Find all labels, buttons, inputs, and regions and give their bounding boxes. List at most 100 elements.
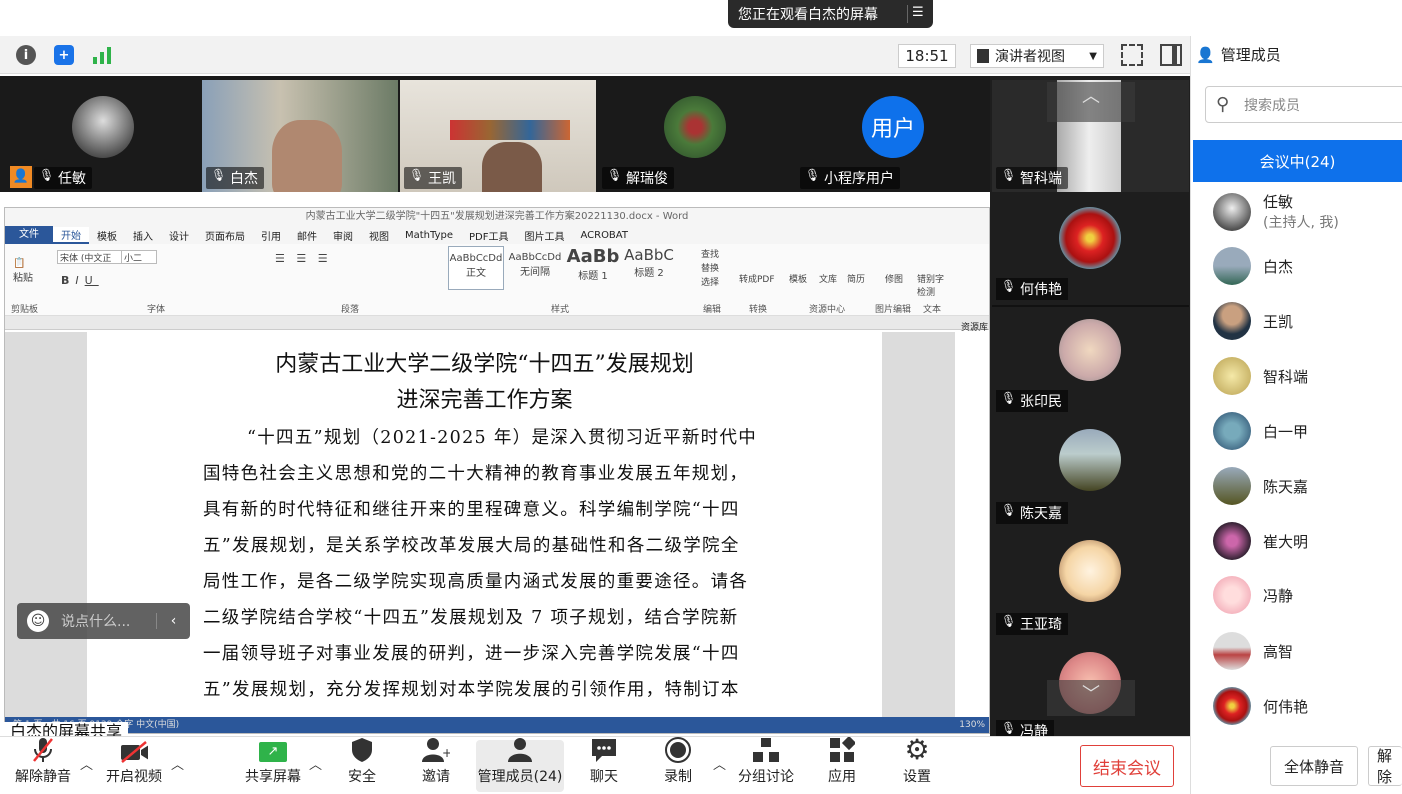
video-tile-renmin[interactable]: 👤 任敏 🎙 (4, 80, 200, 192)
member-row[interactable]: 何伟艳 (1213, 687, 1308, 725)
member-row[interactable]: 冯静 (1213, 576, 1293, 614)
chat-button[interactable]: 聊天 (564, 737, 644, 792)
word-menu-view[interactable]: 视图 (361, 228, 397, 243)
word-menu-layout[interactable]: 页面布局 (197, 228, 253, 243)
scroll-down-icon[interactable]: ﹀ (1047, 680, 1135, 716)
library-button[interactable]: 文库 (819, 272, 837, 285)
style-label: 标题 2 (634, 268, 664, 279)
word-title-bar: 内蒙古工业大学二级学院"十四五"发展规划进深完善工作方案20221130.doc… (5, 208, 989, 226)
word-menu-review[interactable]: 审阅 (325, 228, 361, 243)
share-screen-button[interactable]: ↗ 共享屏幕 (233, 740, 313, 792)
share-options-caret[interactable]: ︿ (309, 754, 322, 773)
video-tile-xieruijun[interactable]: 解瑞俊 🎙 (598, 80, 794, 192)
view-selector[interactable]: 演讲者视图 ▼ (970, 44, 1104, 68)
word-menu-picture[interactable]: 图片工具 (516, 228, 572, 243)
video-tile-chentianjia[interactable]: 陈天嘉 🎙 (992, 417, 1189, 527)
video-tile-wangkai[interactable]: 王凯 🎙 (400, 80, 596, 192)
video-tile-zhikeduan[interactable]: ︿ 智科端 🎙 (992, 80, 1189, 192)
select-button[interactable]: 选择 (701, 276, 719, 290)
font-format-buttons[interactable]: BIU (61, 274, 99, 287)
style-normal[interactable]: AaBbCcDd 正文 (448, 246, 504, 290)
member-name: 高智 (1263, 642, 1294, 661)
word-menu-home[interactable]: 开始 (53, 226, 89, 244)
retouch-button[interactable]: 修图 (885, 272, 903, 285)
banner-menu-icon[interactable]: ☰ (907, 5, 925, 23)
member-row[interactable]: 白一甲 (1213, 412, 1308, 450)
emoji-icon[interactable]: ☺ (27, 610, 49, 632)
to-pdf-button[interactable]: 转成PDF (739, 272, 775, 285)
security-button[interactable]: 安全 (322, 738, 402, 792)
chat-placeholder: 说点什么... (61, 614, 131, 630)
member-row[interactable]: 任敏 (主持人, 我) (1213, 191, 1339, 232)
video-tile-zhangyinmin[interactable]: 张印民 🎙 (992, 305, 1189, 415)
template-button[interactable]: 模板 (789, 272, 807, 285)
style-h2[interactable]: AaBbC 标题 2 (621, 246, 677, 290)
paste-button[interactable]: 📋 粘贴 (13, 258, 33, 284)
video-tile-miniprogram[interactable]: 用户 小程序用户 🎙 (796, 80, 990, 192)
sidebar-toggle-icon[interactable] (1160, 44, 1182, 66)
word-menu-mathtype[interactable]: MathType (397, 230, 461, 241)
scroll-up-icon[interactable]: ︿ (1047, 82, 1135, 122)
replace-button[interactable]: 替换 (701, 262, 719, 276)
video-options-caret[interactable]: ︿ (171, 754, 184, 773)
font-size-select[interactable]: 小二 (121, 250, 157, 264)
chat-icon (590, 737, 618, 763)
member-row[interactable]: 智科端 (1213, 357, 1308, 395)
mute-all-button[interactable]: 全体静音 (1270, 746, 1358, 786)
resource-panel-label[interactable]: 资源库 (961, 320, 988, 333)
word-menu-pdf[interactable]: PDF工具 (461, 228, 516, 243)
breakout-button[interactable]: 分组讨论 (726, 738, 806, 792)
unmute-button[interactable]: 解除静音 (3, 738, 83, 792)
record-options-caret[interactable]: ︿ (713, 754, 726, 773)
find-button[interactable]: 查找 (701, 248, 719, 262)
word-menu-acrobat[interactable]: ACROBAT (572, 230, 636, 241)
paragraph-tools[interactable]: ☰ ☰ ☰ (275, 252, 332, 265)
video-tile-heweiyan[interactable]: 何伟艳 🎙 (992, 193, 1189, 303)
unmute-all-button[interactable]: 解除 (1368, 746, 1402, 786)
collapse-icon[interactable]: ‹ (156, 613, 190, 629)
word-menu-file[interactable]: 文件 (5, 226, 53, 244)
record-button[interactable]: 录制 (638, 737, 718, 792)
settings-button[interactable]: ⚙ 设置 (877, 736, 957, 792)
mute-options-caret[interactable]: ︿ (80, 754, 93, 773)
button-label: 设置 (903, 769, 931, 785)
edit-tools[interactable]: 查找 替换 选择 (701, 248, 719, 290)
invite-button[interactable]: + 邀请 (396, 738, 476, 792)
video-tile-baijie[interactable]: 白杰 🎙 (202, 80, 398, 192)
apps-button[interactable]: 应用 (802, 737, 882, 792)
typo-check-button[interactable]: 错别字检测 (917, 272, 947, 298)
member-search-input[interactable]: 搜索成员 (1205, 86, 1402, 123)
group-label: 剪贴板 (11, 305, 39, 315)
member-row[interactable]: 崔大明 (1213, 522, 1308, 560)
word-menu-references[interactable]: 引用 (253, 228, 289, 243)
member-row[interactable]: 陈天嘉 (1213, 467, 1308, 505)
button-label: 共享屏幕 (245, 769, 301, 785)
video-tile-wangyaqi[interactable]: 王亚琦 🎙 (992, 528, 1189, 638)
info-icon[interactable]: i (16, 45, 36, 65)
member-row[interactable]: 高智 (1213, 632, 1293, 670)
resume-button[interactable]: 简历 (847, 272, 865, 285)
shield-icon[interactable]: + (54, 45, 74, 65)
end-meeting-button[interactable]: 结束会议 (1080, 745, 1174, 787)
style-h1[interactable]: AaBb 标题 1 (565, 246, 621, 290)
avatar (1059, 429, 1121, 491)
viewing-banner: 您正在观看白杰的屏幕 ☰ (728, 0, 933, 28)
word-menu-insert[interactable]: 插入 (125, 228, 161, 243)
word-menu-design[interactable]: 设计 (161, 228, 197, 243)
start-video-button[interactable]: 开启视频 (94, 740, 174, 792)
tab-in-meeting[interactable]: 会议中(24) (1193, 140, 1402, 182)
video-tile-fengjing[interactable]: ﹀ 冯静 🎙 (992, 640, 1189, 736)
chat-quick-input[interactable]: ☺ 说点什么... ‹ (17, 603, 190, 639)
member-row[interactable]: 王凯 (1213, 302, 1293, 340)
member-name: 任敏 (1263, 193, 1294, 211)
manage-members-button[interactable]: 管理成员(24) (476, 738, 564, 792)
word-menu-template[interactable]: 模板 (89, 228, 125, 243)
signal-icon[interactable] (92, 47, 112, 64)
word-menu-mail[interactable]: 邮件 (289, 228, 325, 243)
sidebar-title: 管理成员 (1220, 46, 1281, 64)
mic-off-icon: 🎙 (607, 168, 623, 182)
fullscreen-icon[interactable] (1121, 44, 1143, 66)
member-row[interactable]: 白杰 (1213, 247, 1293, 285)
zoom-level[interactable]: 130% (959, 717, 985, 733)
style-nospacing[interactable]: AaBbCcDd 无间隔 (507, 246, 563, 290)
